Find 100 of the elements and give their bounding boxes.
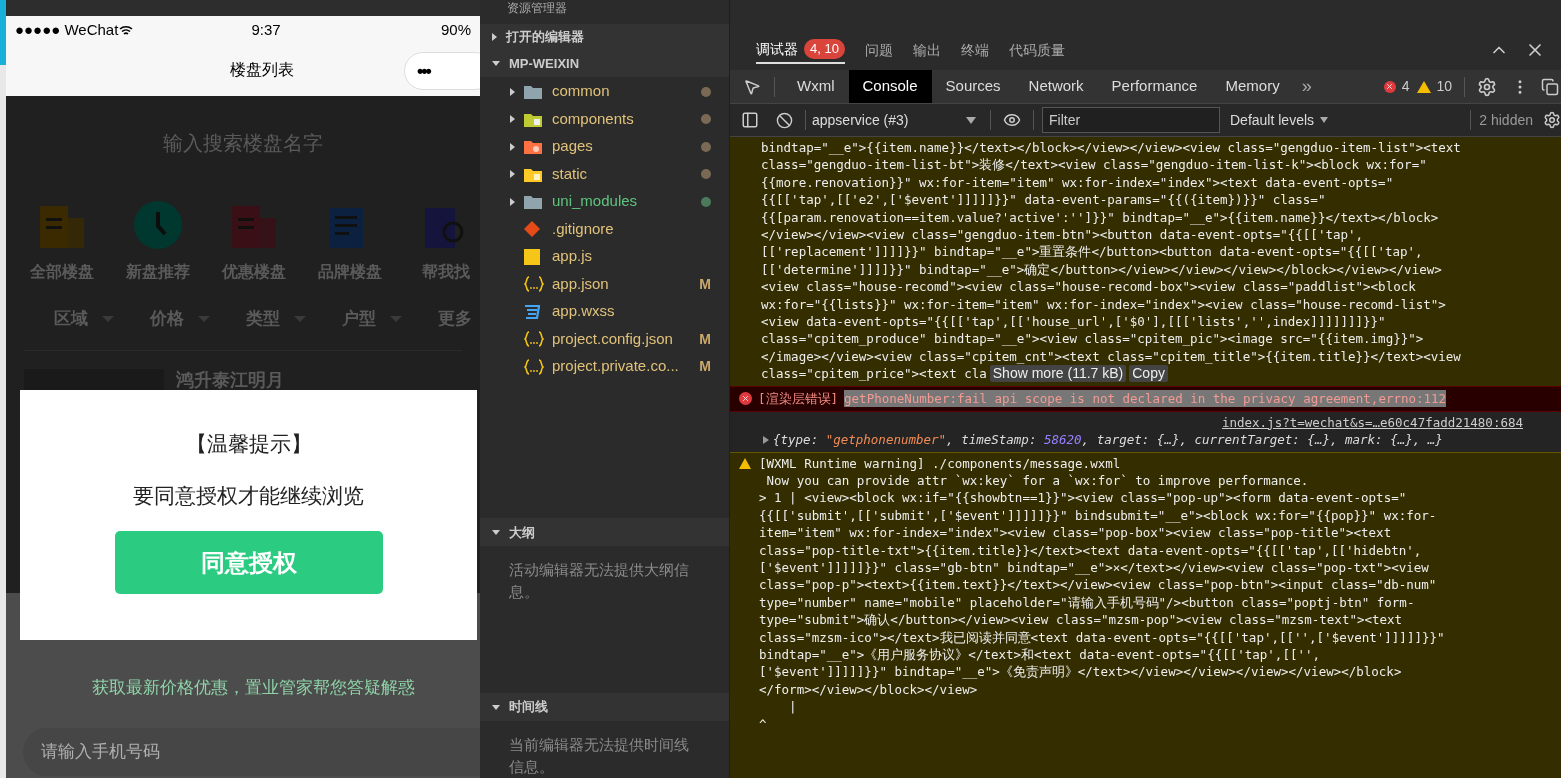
- panel-tab[interactable]: 输出: [912, 36, 941, 64]
- caret-down-icon: [492, 530, 500, 535]
- building-icon: [38, 204, 86, 250]
- settings-icon[interactable]: [1477, 76, 1497, 97]
- code-line: [WXML Runtime warning] ./components/message.wxml: [759, 454, 1122, 472]
- code-line: wx:for="{{lists}}" wx:for-item="item" wx:for-index="index"><view class="house-recomd-list">: [761, 295, 1447, 314]
- code-line: [['replacement']]]]}}" bindtap="__e">重置条件</button><button data-event-opts="{{[['tap',: [761, 243, 1424, 261]
- filter-field[interactable]: Filter: [1042, 107, 1220, 133]
- code-line: class="cpitem_price"><text cla: [761, 365, 987, 383]
- devtools-tab[interactable]: Console: [848, 70, 932, 103]
- file-tree-item[interactable]: components: [480, 105, 729, 133]
- code-line: ['$event']]]]]}}" bindtap="__e">《免责声明》</text></view></view></view></view></block>: [759, 663, 1403, 681]
- dialog-message: 要同意授权才能继续浏览: [133, 482, 364, 509]
- file-tree-item[interactable]: project.private.co... M: [480, 352, 729, 381]
- css-file-icon: [524, 304, 540, 319]
- caret-down-icon: [390, 315, 402, 322]
- caret-right-icon: [510, 87, 515, 96]
- promo-text: 获取最新价格优惠，置业管家帮您答疑解惑: [92, 677, 416, 699]
- folder-icon: [524, 111, 542, 127]
- dialog-title: 【温馨提示】: [185, 431, 312, 457]
- settings-icon[interactable]: [1543, 111, 1561, 129]
- code-line: Now you can provide attr `wx:key` for a `wx:for` to improve performance.: [765, 471, 1310, 490]
- file-tree-item[interactable]: pages: [480, 132, 729, 161]
- code-line: type="number" name="mobile" placeholder="请输入手机号码"/><button class="poptj-btn" form-: [759, 593, 1416, 612]
- caret-down-icon: [102, 315, 114, 322]
- git-status: M: [699, 357, 711, 377]
- devtools-tab[interactable]: Wxml: [783, 70, 849, 103]
- file-tree-item[interactable]: uni_modules: [480, 187, 729, 216]
- file-tree-item[interactable]: app.json M: [480, 270, 729, 298]
- error-count: 4: [1401, 77, 1410, 96]
- carrier-label: ●●●●● WeChat: [15, 19, 119, 40]
- folder-icon: [524, 84, 542, 100]
- clear-icon[interactable]: [776, 111, 793, 129]
- inspect-icon[interactable]: [743, 77, 761, 96]
- file-tree-item[interactable]: common: [480, 77, 729, 106]
- show-more-button[interactable]: Show more (11.7 kB): [989, 365, 1127, 383]
- capsule-menu-button[interactable]: •••: [404, 52, 480, 90]
- page-title: 楼盘列表: [230, 60, 294, 80]
- caret-down-icon: [492, 704, 500, 710]
- code-line: </image></view><view class="cpitem_cnt"><text class="cpitem_title">{{item.title}}</text><view: [761, 347, 1462, 366]
- section-header[interactable]: 打开的编辑器: [480, 23, 729, 51]
- code-line: ^: [759, 715, 768, 733]
- empty-message: 当前编辑器无法提供时间线信息。: [509, 735, 690, 777]
- file-tree-item[interactable]: .gitignore: [480, 215, 729, 243]
- devtools-tab[interactable]: Sources: [931, 70, 1015, 103]
- panel-tab[interactable]: 问题: [864, 36, 893, 64]
- hidden-count: 2 hidden: [1479, 110, 1533, 130]
- context-dropdown[interactable]: appservice (#3): [812, 109, 982, 131]
- code-line: {{[['submit',[['submit',['$event']]]]]}}" bindsubmit="__e"><block wx:for="{{pop}}" wx:for-: [759, 506, 1438, 525]
- warning-count: 10: [1436, 77, 1452, 96]
- count-badge: 4, 10: [804, 39, 845, 59]
- caret-down-icon: [198, 315, 210, 322]
- devtools-tab[interactable]: Performance: [1097, 70, 1212, 103]
- file-tree-item[interactable]: project.config.json M: [480, 325, 729, 353]
- dock-icon[interactable]: [1541, 77, 1559, 96]
- code-line: ['$event']]]]]}}" class="gb-btn" bindtap="__e">×</text></view><view class="pop-txt"><view: [759, 558, 1430, 577]
- file-tree-item[interactable]: static: [480, 160, 729, 188]
- phone-input-field[interactable]: 请输入手机号码: [23, 727, 480, 776]
- code-line: class="pop-title-txt">{{item.title}}</text><text data-event-opts="{{[['tap',[['hidebtn',: [759, 541, 1423, 559]
- js-file-icon: [524, 248, 540, 265]
- expand-caret-icon: [763, 435, 769, 444]
- file-tree-item[interactable]: app.wxss: [480, 297, 729, 326]
- code-line: class="mzsm-ico"></text>我已阅读并同意<text data-event-opts="{{[['tap',[['',['$event']]]]]}}": [759, 628, 1445, 646]
- panel-tab[interactable]: 终端: [960, 36, 989, 64]
- code-line: </view></view><view class="gengduo-item-btn"><button data-event-opts="{{[['tap',: [761, 226, 1365, 244]
- code-line: |: [788, 698, 798, 716]
- caret-down-icon: [492, 61, 500, 67]
- event-object[interactable]: {type: "getphonenumber", timeStamp: 58620, target: {…}, currentTarget: {…}, mark: {…}, …}: [730, 431, 1561, 449]
- sidebar-icon[interactable]: [741, 111, 759, 129]
- folder-icon: [524, 166, 542, 182]
- section-header[interactable]: 大纲: [480, 518, 729, 547]
- caret-down-icon: [966, 116, 976, 124]
- warning-icon: [739, 457, 751, 469]
- braces-icon: [524, 331, 544, 348]
- panel-tab[interactable]: 代码质量: [1008, 36, 1065, 64]
- devtools-tab[interactable]: Network: [1014, 70, 1098, 103]
- panel-tab[interactable]: 调试器 4, 10: [756, 36, 845, 64]
- code-line: <view class="house-recomd"><view class="house-recomd-box"><view class="paddlist"><block: [761, 278, 1417, 296]
- warning-icon: [1417, 80, 1432, 93]
- levels-dropdown[interactable]: Default levels: [1230, 109, 1329, 131]
- folder-icon: [524, 194, 542, 210]
- code-line: <view data-event-opts="{{[['tap',[['house_url',['$0'],[[['lists','',index]]]]]]]}}": [761, 313, 1387, 331]
- code-line: bindtap="__e">{{item.name}}</text></block></view></view><view class="gengduo-item-list"><text: [761, 139, 1462, 157]
- error-prefix: [渲染层错误]: [758, 390, 839, 408]
- section-header[interactable]: 时间线: [480, 693, 729, 721]
- error-icon: [739, 392, 752, 406]
- more-tabs-button[interactable]: »: [1293, 73, 1320, 100]
- source-link[interactable]: index.js?t=wechat&s=…e60c47fadd21480:684: [1221, 413, 1523, 432]
- braces-icon: [524, 358, 544, 375]
- folder-icon: [524, 139, 542, 155]
- git-status: M: [699, 274, 711, 294]
- devtools-tab[interactable]: Memory: [1211, 70, 1294, 103]
- caret-right-icon: [492, 33, 497, 41]
- code-line: class="cpitem_produce" bindtap="__e"><view class="cpitem_pic"><image src="{{item.img}}">: [761, 330, 1425, 348]
- file-tree-item[interactable]: app.js: [480, 242, 729, 271]
- code-line: {{more.renovation}}" wx:for-item="item" wx:for-index="index"><text data-event-opts=": [761, 173, 1395, 192]
- copy-button[interactable]: Copy: [1129, 365, 1168, 383]
- section-header[interactable]: MP-WEIXIN: [480, 50, 729, 77]
- error-text: getPhoneNumber:fail api scope is not declared in the privacy agreement,errno:112: [844, 390, 1447, 408]
- eye-icon[interactable]: [1003, 111, 1021, 129]
